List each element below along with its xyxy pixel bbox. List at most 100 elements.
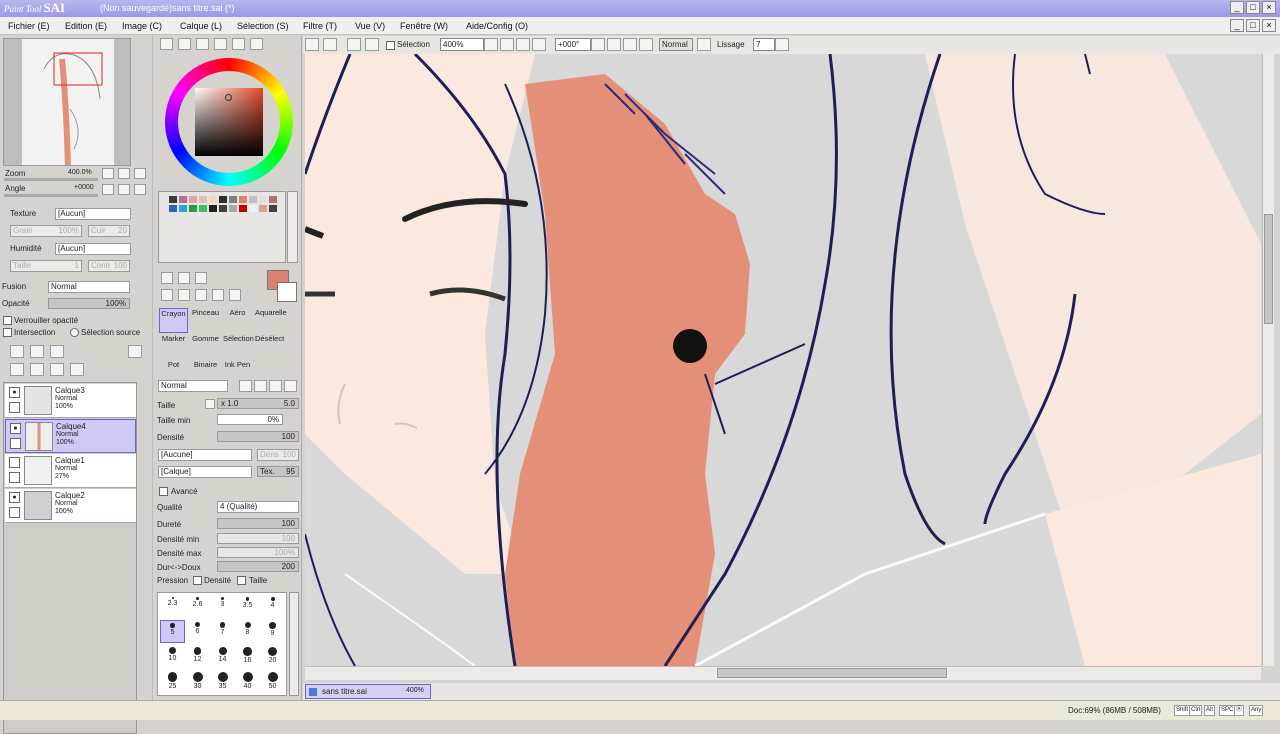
new-layer-icon[interactable] xyxy=(10,345,24,358)
brush-size-cell[interactable]: 25 xyxy=(160,670,185,693)
redo-icon[interactable] xyxy=(323,38,337,51)
color-swatch[interactable] xyxy=(229,196,237,203)
rotate-reset-icon[interactable] xyxy=(639,38,653,51)
lasso-icon[interactable] xyxy=(178,272,190,284)
menu-edition[interactable]: Edition (E) xyxy=(65,21,107,31)
zoom-in-icon[interactable] xyxy=(516,38,530,51)
brush-size-cell[interactable]: 16 xyxy=(235,645,260,668)
eye-icon[interactable]: ● xyxy=(9,387,20,398)
navigator-preview[interactable] xyxy=(3,38,131,166)
color-wheel[interactable] xyxy=(165,58,293,186)
doc-restore-button[interactable]: □ xyxy=(1246,19,1260,32)
brush-size-cell[interactable]: 9 xyxy=(260,620,285,643)
zoom-dropdown-icon[interactable] xyxy=(484,38,498,51)
opacite-slider[interactable]: 100% xyxy=(48,298,130,309)
color-swatch[interactable] xyxy=(169,196,177,203)
new-linework-layer-icon[interactable] xyxy=(30,345,44,358)
tex-slider[interactable]: Tex. 95 xyxy=(257,466,299,477)
eyedropper-icon[interactable] xyxy=(229,289,241,301)
durdoux-slider[interactable]: 200 xyxy=(217,561,299,572)
brush-size-cell[interactable]: 3.5 xyxy=(235,595,260,618)
color-swatch[interactable] xyxy=(219,196,227,203)
brush-shape-soft-icon[interactable] xyxy=(254,380,267,392)
maximize-button[interactable]: □ xyxy=(1246,1,1260,14)
invert-selection-icon[interactable] xyxy=(365,38,379,51)
horizontal-scrollbar[interactable] xyxy=(305,666,1261,680)
color-swatch[interactable] xyxy=(269,196,277,203)
color-swatch[interactable] xyxy=(269,205,277,212)
brush-size-cell[interactable]: 8 xyxy=(235,620,260,643)
layer-row[interactable]: Calque1 Normal 27% xyxy=(5,454,136,488)
tool-aéro[interactable]: Aéro xyxy=(223,308,252,333)
clear-layer-icon[interactable] xyxy=(50,363,64,376)
zoom-slider[interactable] xyxy=(4,178,98,181)
eye-icon[interactable]: ● xyxy=(9,492,20,503)
pression-densite-checkbox[interactable] xyxy=(193,576,202,585)
close-button[interactable]: × xyxy=(1262,1,1276,14)
taille-min-slider[interactable]: 0% xyxy=(217,414,283,425)
menu-filtre[interactable]: Filtre (T) xyxy=(303,21,337,31)
brush-shape-square-icon[interactable] xyxy=(284,380,297,392)
densite-slider[interactable]: 100 xyxy=(217,431,299,442)
menu-image[interactable]: Image (C) xyxy=(122,21,162,31)
new-folder-icon[interactable] xyxy=(50,345,64,358)
layer-row[interactable]: ● Calque3 Normal 100% xyxy=(5,384,136,418)
nav-zoom-out-icon[interactable] xyxy=(102,168,114,179)
angle-slider[interactable] xyxy=(4,194,98,197)
pression-taille-checkbox[interactable] xyxy=(237,576,246,585)
vertical-scroll-thumb[interactable] xyxy=(1264,214,1273,324)
eye-icon[interactable] xyxy=(9,457,20,468)
color-swatch[interactable] xyxy=(249,196,257,203)
lock-icon[interactable] xyxy=(9,472,20,483)
menu-aide[interactable]: Aide/Config (O) xyxy=(466,21,528,31)
color-swatch[interactable] xyxy=(239,205,247,212)
color-swatch[interactable] xyxy=(189,205,197,212)
move-icon[interactable] xyxy=(161,289,173,301)
tool-marker[interactable]: Marker xyxy=(159,334,188,359)
color-swatch[interactable] xyxy=(199,205,207,212)
lissage-field[interactable]: 7 xyxy=(753,38,775,51)
mixer-tab-icon[interactable] xyxy=(214,38,227,50)
brush-size-cell[interactable]: 50 xyxy=(260,670,285,693)
lock-icon[interactable] xyxy=(9,402,20,413)
color-swatch[interactable] xyxy=(209,196,217,203)
hsv-slider-tab-icon[interactable] xyxy=(196,38,209,50)
avance-checkbox[interactable] xyxy=(159,487,168,496)
brush-mode-select[interactable]: Normal xyxy=(158,380,228,392)
nav-rotate-reset-icon[interactable] xyxy=(134,184,146,195)
zoom-icon[interactable] xyxy=(178,289,190,301)
tool-désélect[interactable]: Désélect xyxy=(255,334,284,359)
brush-shape-select[interactable]: [Aucune] xyxy=(158,449,252,461)
vertical-scrollbar[interactable] xyxy=(1262,54,1274,666)
tool-aquarelle[interactable]: Aquarelle xyxy=(255,308,287,333)
drawing-canvas[interactable] xyxy=(305,54,1261,666)
doc-close-button[interactable]: × xyxy=(1262,19,1276,32)
menu-calque[interactable]: Calque (L) xyxy=(180,21,222,31)
merge-down-icon[interactable] xyxy=(30,363,44,376)
nav-rotate-right-icon[interactable] xyxy=(118,184,130,195)
nav-zoom-in-icon[interactable] xyxy=(118,168,130,179)
hand-icon[interactable] xyxy=(212,289,224,301)
tool-sélection[interactable]: Sélection xyxy=(223,334,254,359)
zoom-reset-icon[interactable] xyxy=(532,38,546,51)
select-rect-icon[interactable] xyxy=(161,272,173,284)
brush-size-cell[interactable]: 2.6 xyxy=(185,595,210,618)
color-swatch[interactable] xyxy=(259,205,267,212)
transfer-down-icon[interactable] xyxy=(10,363,24,376)
layer-mask-icon[interactable] xyxy=(128,345,142,358)
flip-icon[interactable] xyxy=(697,38,711,51)
taille-slider[interactable]: x 1.0 5.0 xyxy=(217,398,299,409)
verrouiller-checkbox[interactable] xyxy=(3,316,12,325)
tool-pinceau[interactable]: Pinceau xyxy=(191,308,220,333)
deselect-icon[interactable] xyxy=(347,38,361,51)
tool-crayon[interactable]: Crayon xyxy=(159,308,188,333)
eye-icon[interactable]: ● xyxy=(10,423,21,434)
delete-layer-icon[interactable] xyxy=(70,363,84,376)
angle-dropdown-icon[interactable] xyxy=(591,38,605,51)
color-swatch[interactable] xyxy=(229,205,237,212)
lissage-dropdown-icon[interactable] xyxy=(775,38,789,51)
color-swatch[interactable] xyxy=(239,196,247,203)
color-swatch[interactable] xyxy=(189,196,197,203)
brush-size-cell[interactable]: 20 xyxy=(260,645,285,668)
magic-wand-icon[interactable] xyxy=(195,272,207,284)
